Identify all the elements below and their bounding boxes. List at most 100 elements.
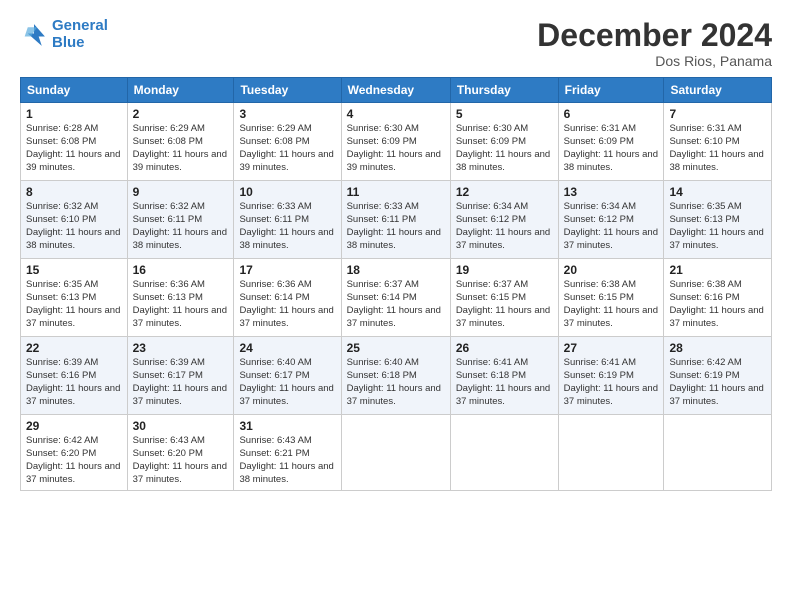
calendar-week-row: 22 Sunrise: 6:39 AM Sunset: 6:16 PM Dayli… [21,337,772,415]
day-number: 26 [456,341,553,355]
day-number: 27 [564,341,659,355]
logo-text: General Blue [52,18,108,51]
calendar-cell: 26Sunrise: 6:41 AM Sunset: 6:18 PM Dayli… [450,337,558,415]
day-info: Sunrise: 6:37 AM Sunset: 6:14 PM Dayligh… [347,279,445,330]
day-info: Sunrise: 6:38 AM Sunset: 6:15 PM Dayligh… [564,279,659,330]
day-info: Sunrise: 6:43 AM Sunset: 6:20 PM Dayligh… [133,435,229,486]
calendar-cell: 22 Sunrise: 6:39 AM Sunset: 6:16 PM Dayli… [21,337,128,415]
day-info: Sunrise: 6:36 AM Sunset: 6:13 PM Dayligh… [133,279,229,330]
calendar-cell: 6 Sunrise: 6:31 AM Sunset: 6:09 PM Daylig… [558,103,664,181]
calendar: SundayMondayTuesdayWednesdayThursdayFrid… [20,77,772,491]
day-number: 6 [564,107,659,121]
day-number: 31 [239,419,335,433]
calendar-cell: 12 Sunrise: 6:34 AM Sunset: 6:12 PM Dayli… [450,181,558,259]
day-number: 28 [669,341,766,355]
day-number: 14 [669,185,766,199]
logo-icon [20,21,48,49]
day-info: Sunrise: 6:31 AM Sunset: 6:10 PM Dayligh… [669,123,766,174]
calendar-cell [450,415,558,491]
day-info: Sunrise: 6:39 AM Sunset: 6:16 PM Dayligh… [26,357,122,408]
calendar-cell: 8 Sunrise: 6:32 AM Sunset: 6:10 PM Daylig… [21,181,128,259]
day-info: Sunrise: 6:40 AM Sunset: 6:18 PM Dayligh… [347,357,445,408]
calendar-cell: 29 Sunrise: 6:42 AM Sunset: 6:20 PM Dayli… [21,415,128,491]
day-info: Sunrise: 6:31 AM Sunset: 6:09 PM Dayligh… [564,123,659,174]
day-info: Sunrise: 6:38 AM Sunset: 6:16 PM Dayligh… [669,279,766,330]
day-number: 11 [347,185,445,199]
calendar-cell: 14 Sunrise: 6:35 AM Sunset: 6:13 PM Dayli… [664,181,772,259]
logo-general: General [52,17,108,34]
day-number: 19 [456,263,553,277]
day-info: Sunrise: 6:42 AM Sunset: 6:20 PM Dayligh… [26,435,122,486]
day-info: Sunrise: 6:39 AM Sunset: 6:17 PM Dayligh… [133,357,229,408]
calendar-week-row: 15Sunrise: 6:35 AM Sunset: 6:13 PM Dayli… [21,259,772,337]
day-info: Sunrise: 6:30 AM Sunset: 6:09 PM Dayligh… [456,123,553,174]
calendar-cell [558,415,664,491]
day-number: 8 [26,185,122,199]
day-info: Sunrise: 6:34 AM Sunset: 6:12 PM Dayligh… [456,201,553,252]
day-info: Sunrise: 6:35 AM Sunset: 6:13 PM Dayligh… [669,201,766,252]
day-info: Sunrise: 6:32 AM Sunset: 6:11 PM Dayligh… [133,201,229,252]
day-number: 20 [564,263,659,277]
calendar-cell: 9 Sunrise: 6:32 AM Sunset: 6:11 PM Daylig… [127,181,234,259]
calendar-cell: 13 Sunrise: 6:34 AM Sunset: 6:12 PM Dayli… [558,181,664,259]
day-number: 22 [26,341,122,355]
calendar-cell: 1 Sunrise: 6:28 AM Sunset: 6:08 PM Daylig… [21,103,128,181]
day-info: Sunrise: 6:33 AM Sunset: 6:11 PM Dayligh… [347,201,445,252]
day-number: 13 [564,185,659,199]
day-info: Sunrise: 6:42 AM Sunset: 6:19 PM Dayligh… [669,357,766,408]
weekday-header: Wednesday [341,78,450,103]
day-number: 15 [26,263,122,277]
day-info: Sunrise: 6:32 AM Sunset: 6:10 PM Dayligh… [26,201,122,252]
day-info: Sunrise: 6:37 AM Sunset: 6:15 PM Dayligh… [456,279,553,330]
calendar-cell: 7 Sunrise: 6:31 AM Sunset: 6:10 PM Daylig… [664,103,772,181]
calendar-week-row: 29 Sunrise: 6:42 AM Sunset: 6:20 PM Dayli… [21,415,772,491]
day-number: 29 [26,419,122,433]
day-info: Sunrise: 6:29 AM Sunset: 6:08 PM Dayligh… [239,123,335,174]
day-number: 1 [26,107,122,121]
calendar-cell: 16 Sunrise: 6:36 AM Sunset: 6:13 PM Dayli… [127,259,234,337]
location: Dos Rios, Panama [537,53,772,69]
day-number: 17 [239,263,335,277]
day-number: 12 [456,185,553,199]
day-number: 9 [133,185,229,199]
calendar-cell: 10Sunrise: 6:33 AM Sunset: 6:11 PM Dayli… [234,181,341,259]
day-info: Sunrise: 6:33 AM Sunset: 6:11 PM Dayligh… [239,201,335,252]
day-number: 21 [669,263,766,277]
day-info: Sunrise: 6:41 AM Sunset: 6:19 PM Dayligh… [564,357,659,408]
day-number: 18 [347,263,445,277]
day-info: Sunrise: 6:28 AM Sunset: 6:08 PM Dayligh… [26,123,122,174]
calendar-cell: 28 Sunrise: 6:42 AM Sunset: 6:19 PM Dayli… [664,337,772,415]
day-number: 2 [133,107,229,121]
weekday-header: Sunday [21,78,128,103]
calendar-cell [664,415,772,491]
day-number: 4 [347,107,445,121]
day-number: 30 [133,419,229,433]
calendar-cell: 11 Sunrise: 6:33 AM Sunset: 6:11 PM Dayli… [341,181,450,259]
day-number: 23 [133,341,229,355]
calendar-cell: 25Sunrise: 6:40 AM Sunset: 6:18 PM Dayli… [341,337,450,415]
day-info: Sunrise: 6:34 AM Sunset: 6:12 PM Dayligh… [564,201,659,252]
calendar-week-row: 1 Sunrise: 6:28 AM Sunset: 6:08 PM Daylig… [21,103,772,181]
calendar-cell: 17Sunrise: 6:36 AM Sunset: 6:14 PM Dayli… [234,259,341,337]
day-number: 5 [456,107,553,121]
calendar-cell: 19 Sunrise: 6:37 AM Sunset: 6:15 PM Dayli… [450,259,558,337]
day-number: 3 [239,107,335,121]
logo: General Blue [20,18,108,51]
calendar-cell: 2Sunrise: 6:29 AM Sunset: 6:08 PM Daylig… [127,103,234,181]
calendar-cell: 23 Sunrise: 6:39 AM Sunset: 6:17 PM Dayli… [127,337,234,415]
weekday-header: Friday [558,78,664,103]
calendar-cell: 27 Sunrise: 6:41 AM Sunset: 6:19 PM Dayli… [558,337,664,415]
day-info: Sunrise: 6:30 AM Sunset: 6:09 PM Dayligh… [347,123,445,174]
month-title: December 2024 [537,18,772,53]
calendar-cell: 30 Sunrise: 6:43 AM Sunset: 6:20 PM Dayli… [127,415,234,491]
page: General Blue December 2024 Dos Rios, Pan… [0,0,792,612]
calendar-cell: 18 Sunrise: 6:37 AM Sunset: 6:14 PM Dayli… [341,259,450,337]
logo-blue: Blue [52,34,85,51]
day-number: 7 [669,107,766,121]
day-number: 16 [133,263,229,277]
calendar-cell: 15Sunrise: 6:35 AM Sunset: 6:13 PM Dayli… [21,259,128,337]
calendar-cell: 5 Sunrise: 6:30 AM Sunset: 6:09 PM Daylig… [450,103,558,181]
weekday-header: Thursday [450,78,558,103]
calendar-cell: 21 Sunrise: 6:38 AM Sunset: 6:16 PM Dayli… [664,259,772,337]
calendar-cell [341,415,450,491]
